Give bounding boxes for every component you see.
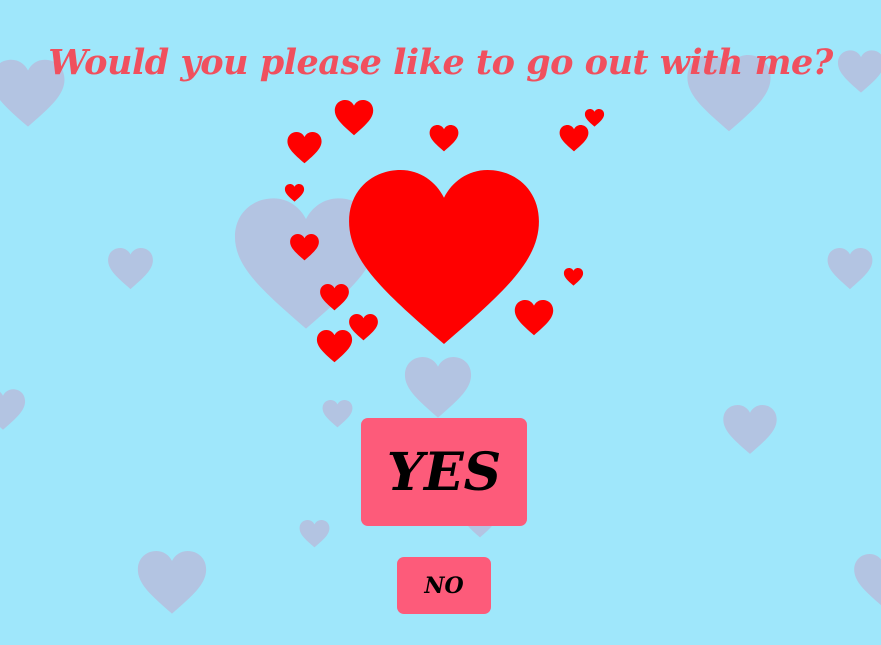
background-heart-icon: [321, 400, 354, 428]
small-heart-icon: [428, 125, 460, 152]
small-heart-icon: [289, 234, 320, 261]
background-heart-icon: [853, 550, 881, 612]
small-heart-icon: [316, 330, 353, 363]
background-heart-icon: [106, 248, 155, 290]
page-title: Would you please like to go out with me?: [48, 42, 833, 83]
small-heart-icon: [333, 100, 375, 136]
small-heart-icon: [319, 284, 350, 311]
background-heart-icon: [400, 357, 476, 419]
no-button[interactable]: NO: [397, 557, 491, 614]
background-heart-icon: [0, 386, 26, 434]
yes-button[interactable]: YES: [361, 418, 527, 526]
background-heart-icon: [134, 551, 210, 615]
small-heart-icon: [563, 268, 584, 286]
small-heart-icon: [584, 109, 605, 127]
background-heart-icon: [298, 520, 331, 548]
background-heart-icon: [719, 405, 781, 455]
small-heart-icon: [558, 125, 590, 152]
small-heart-icon: [284, 184, 305, 202]
small-heart-icon: [286, 132, 323, 164]
small-heart-icon: [514, 300, 554, 336]
background-heart-icon: [825, 248, 875, 290]
page-background: Would you please like to go out with me?…: [0, 0, 881, 645]
